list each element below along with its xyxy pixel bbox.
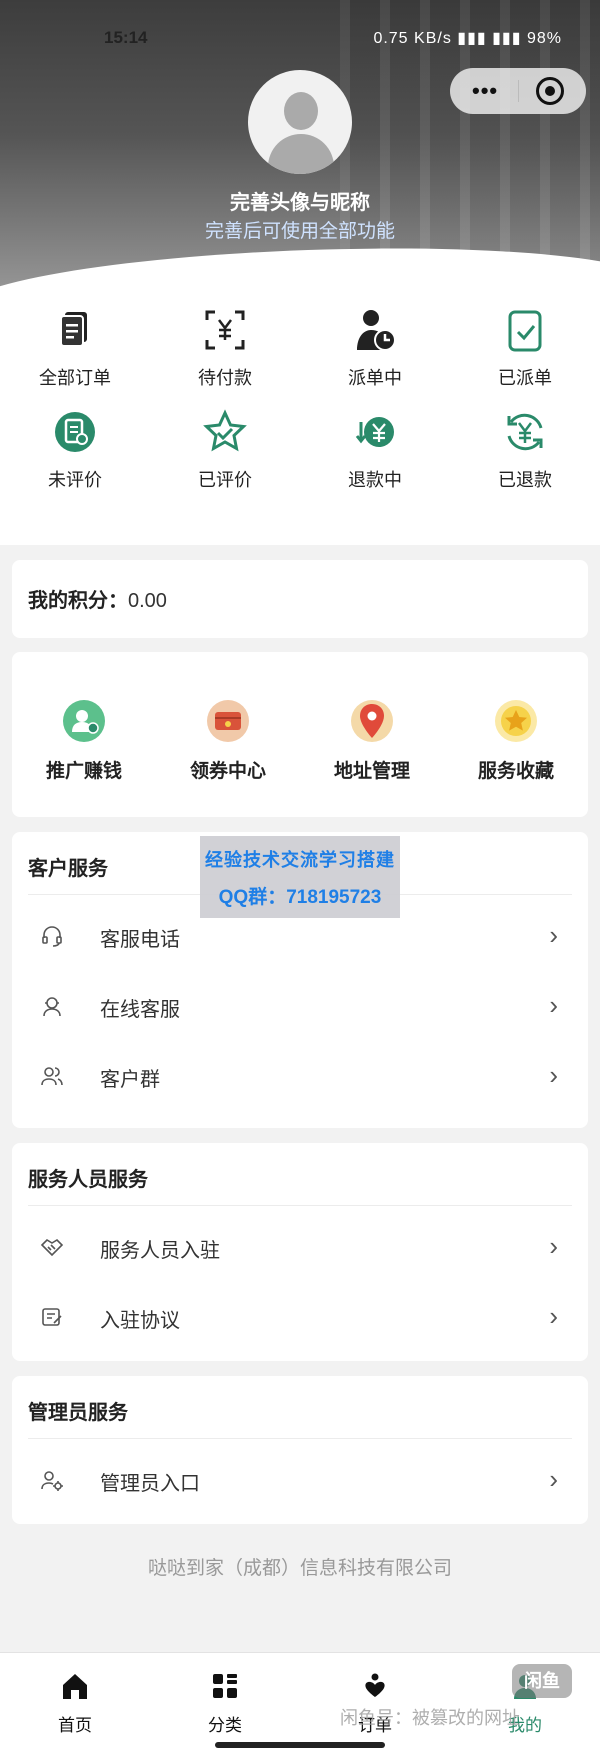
miniapp-capsule: ••• <box>450 68 586 114</box>
agent-icon <box>40 994 64 1018</box>
watermark-line2: QQ群：718195723 <box>218 887 382 908</box>
order-refunding-label: 退款中 <box>348 470 402 490</box>
avatar-head-icon <box>284 92 318 130</box>
points-label: 我的积分： <box>28 590 128 612</box>
person-clock-icon <box>351 306 399 354</box>
order-all-label: 全部订单 <box>39 368 111 388</box>
quick-promote-label: 推广赚钱 <box>45 761 122 782</box>
yen-cycle-icon <box>501 408 549 456</box>
row-label: 在线客服 <box>100 999 180 1021</box>
order-rated[interactable]: 已评价 <box>150 408 300 492</box>
quick-coupon-label: 领券中心 <box>189 761 266 782</box>
order-refunding[interactable]: 退款中 <box>300 408 450 492</box>
clipboard-check-icon <box>501 306 549 354</box>
admin-icon <box>40 1468 64 1492</box>
tab-category-label: 分类 <box>208 1716 242 1735</box>
points-value: 0.00 <box>128 590 167 612</box>
order-unrated-label: 未评价 <box>48 470 102 490</box>
status-time: 15:14 <box>104 28 148 47</box>
grid-icon <box>210 1671 240 1701</box>
profile-hint: 完善后可使用全部功能 <box>204 221 395 242</box>
note-icon <box>51 408 99 456</box>
order-dispatching-label: 派单中 <box>348 368 402 388</box>
chevron-right-icon: › <box>549 1060 558 1090</box>
chevron-right-icon: › <box>549 990 558 1020</box>
order-pending-payment[interactable]: 待付款 <box>150 306 300 390</box>
watermark-line1: 经验技术交流学习搭建 <box>205 850 395 871</box>
profile-name[interactable]: 完善头像与昵称 <box>0 186 600 215</box>
handshake-icon <box>40 1235 64 1259</box>
capsule-divider <box>518 80 519 102</box>
quick-address-label: 地址管理 <box>333 761 410 782</box>
order-pending-payment-label: 待付款 <box>198 368 252 388</box>
group-icon <box>40 1064 64 1088</box>
quick-favorites-label: 服务收藏 <box>477 761 554 782</box>
customer-group-row[interactable]: 客户群 › <box>28 1042 572 1112</box>
order-rated-label: 已评价 <box>198 470 252 490</box>
tab-home[interactable]: 首页 <box>0 1671 150 1736</box>
status-bar: 15:14 0.75 KB/s ▮▮▮ ▮▮▮ 98% <box>0 26 600 56</box>
divider <box>28 1438 572 1439</box>
close-target-icon[interactable] <box>536 77 564 105</box>
star-check-icon <box>201 408 249 456</box>
chevron-right-icon: › <box>549 1301 558 1331</box>
order-unrated[interactable]: 未评价 <box>0 408 150 492</box>
coupon-icon <box>207 700 249 742</box>
quick-promote[interactable]: 推广赚钱 <box>12 700 156 783</box>
points-card[interactable]: 我的积分：0.00 <box>12 560 588 638</box>
star-icon <box>495 700 537 742</box>
xianyu-watermark-text: 闲鱼号：被篡改的网址 <box>340 1708 520 1728</box>
order-all[interactable]: 全部订单 <box>0 306 150 390</box>
watermark-banner: 经验技术交流学习搭建 QQ群：718195723 <box>200 836 400 918</box>
row-label: 客户群 <box>100 1069 160 1091</box>
order-dispatched[interactable]: 已派单 <box>450 306 600 390</box>
divider <box>28 1205 572 1206</box>
customer-service-title: 客户服务 <box>28 858 108 880</box>
agreement-icon <box>40 1305 64 1329</box>
row-label: 服务人员入驻 <box>100 1240 220 1262</box>
location-icon <box>351 700 393 742</box>
staff-agreement-row[interactable]: 入驻协议 › <box>28 1283 572 1353</box>
order-dispatched-label: 已派单 <box>498 368 552 388</box>
staff-service-card: 服务人员服务 服务人员入驻 › 入驻协议 › <box>12 1143 588 1361</box>
home-icon <box>60 1671 90 1701</box>
home-indicator[interactable] <box>215 1742 385 1748</box>
status-indicators: 0.75 KB/s ▮▮▮ ▮▮▮ 98% <box>373 30 562 47</box>
quick-entries-card: 推广赚钱 领券中心 地址管理 服务收藏 <box>12 652 588 817</box>
admin-service-card: 管理员服务 管理员入口 › <box>12 1376 588 1524</box>
order-dispatching[interactable]: 派单中 <box>300 306 450 390</box>
xianyu-logo: 闲鱼 <box>512 1664 572 1698</box>
yen-refund-icon <box>351 408 399 456</box>
order-refunded[interactable]: 已退款 <box>450 408 600 492</box>
avatar-body-icon <box>268 134 334 174</box>
chevron-right-icon: › <box>549 1231 558 1261</box>
quick-address[interactable]: 地址管理 <box>300 700 444 783</box>
promote-icon <box>63 700 105 742</box>
customer-service-online-row[interactable]: 在线客服 › <box>28 972 572 1042</box>
staff-join-row[interactable]: 服务人员入驻 › <box>28 1213 572 1283</box>
document-icon <box>51 306 99 354</box>
headset-icon <box>40 924 64 948</box>
more-icon[interactable]: ••• <box>472 78 498 104</box>
row-label: 客服电话 <box>100 929 180 951</box>
order-refunded-label: 已退款 <box>498 470 552 490</box>
row-label: 入驻协议 <box>100 1310 180 1332</box>
order-status-grid: 全部订单 待付款 派单中 已派单 未评价 已评价 退款中 已退款 <box>0 300 600 545</box>
chevron-right-icon: › <box>549 1464 558 1494</box>
chevron-right-icon: › <box>549 920 558 950</box>
admin-entry-row[interactable]: 管理员入口 › <box>28 1446 572 1516</box>
avatar[interactable] <box>248 70 352 174</box>
quick-coupon[interactable]: 领券中心 <box>156 700 300 783</box>
row-label: 管理员入口 <box>100 1473 200 1495</box>
tab-category[interactable]: 分类 <box>150 1671 300 1736</box>
staff-service-title: 服务人员服务 <box>28 1169 148 1191</box>
quick-favorites[interactable]: 服务收藏 <box>444 700 588 783</box>
company-footer: 哒哒到家（成都）信息科技有限公司 <box>147 1558 452 1579</box>
admin-service-title: 管理员服务 <box>28 1402 128 1424</box>
tab-home-label: 首页 <box>58 1716 92 1735</box>
order-heart-icon <box>360 1671 390 1701</box>
scan-yen-icon <box>201 306 249 354</box>
